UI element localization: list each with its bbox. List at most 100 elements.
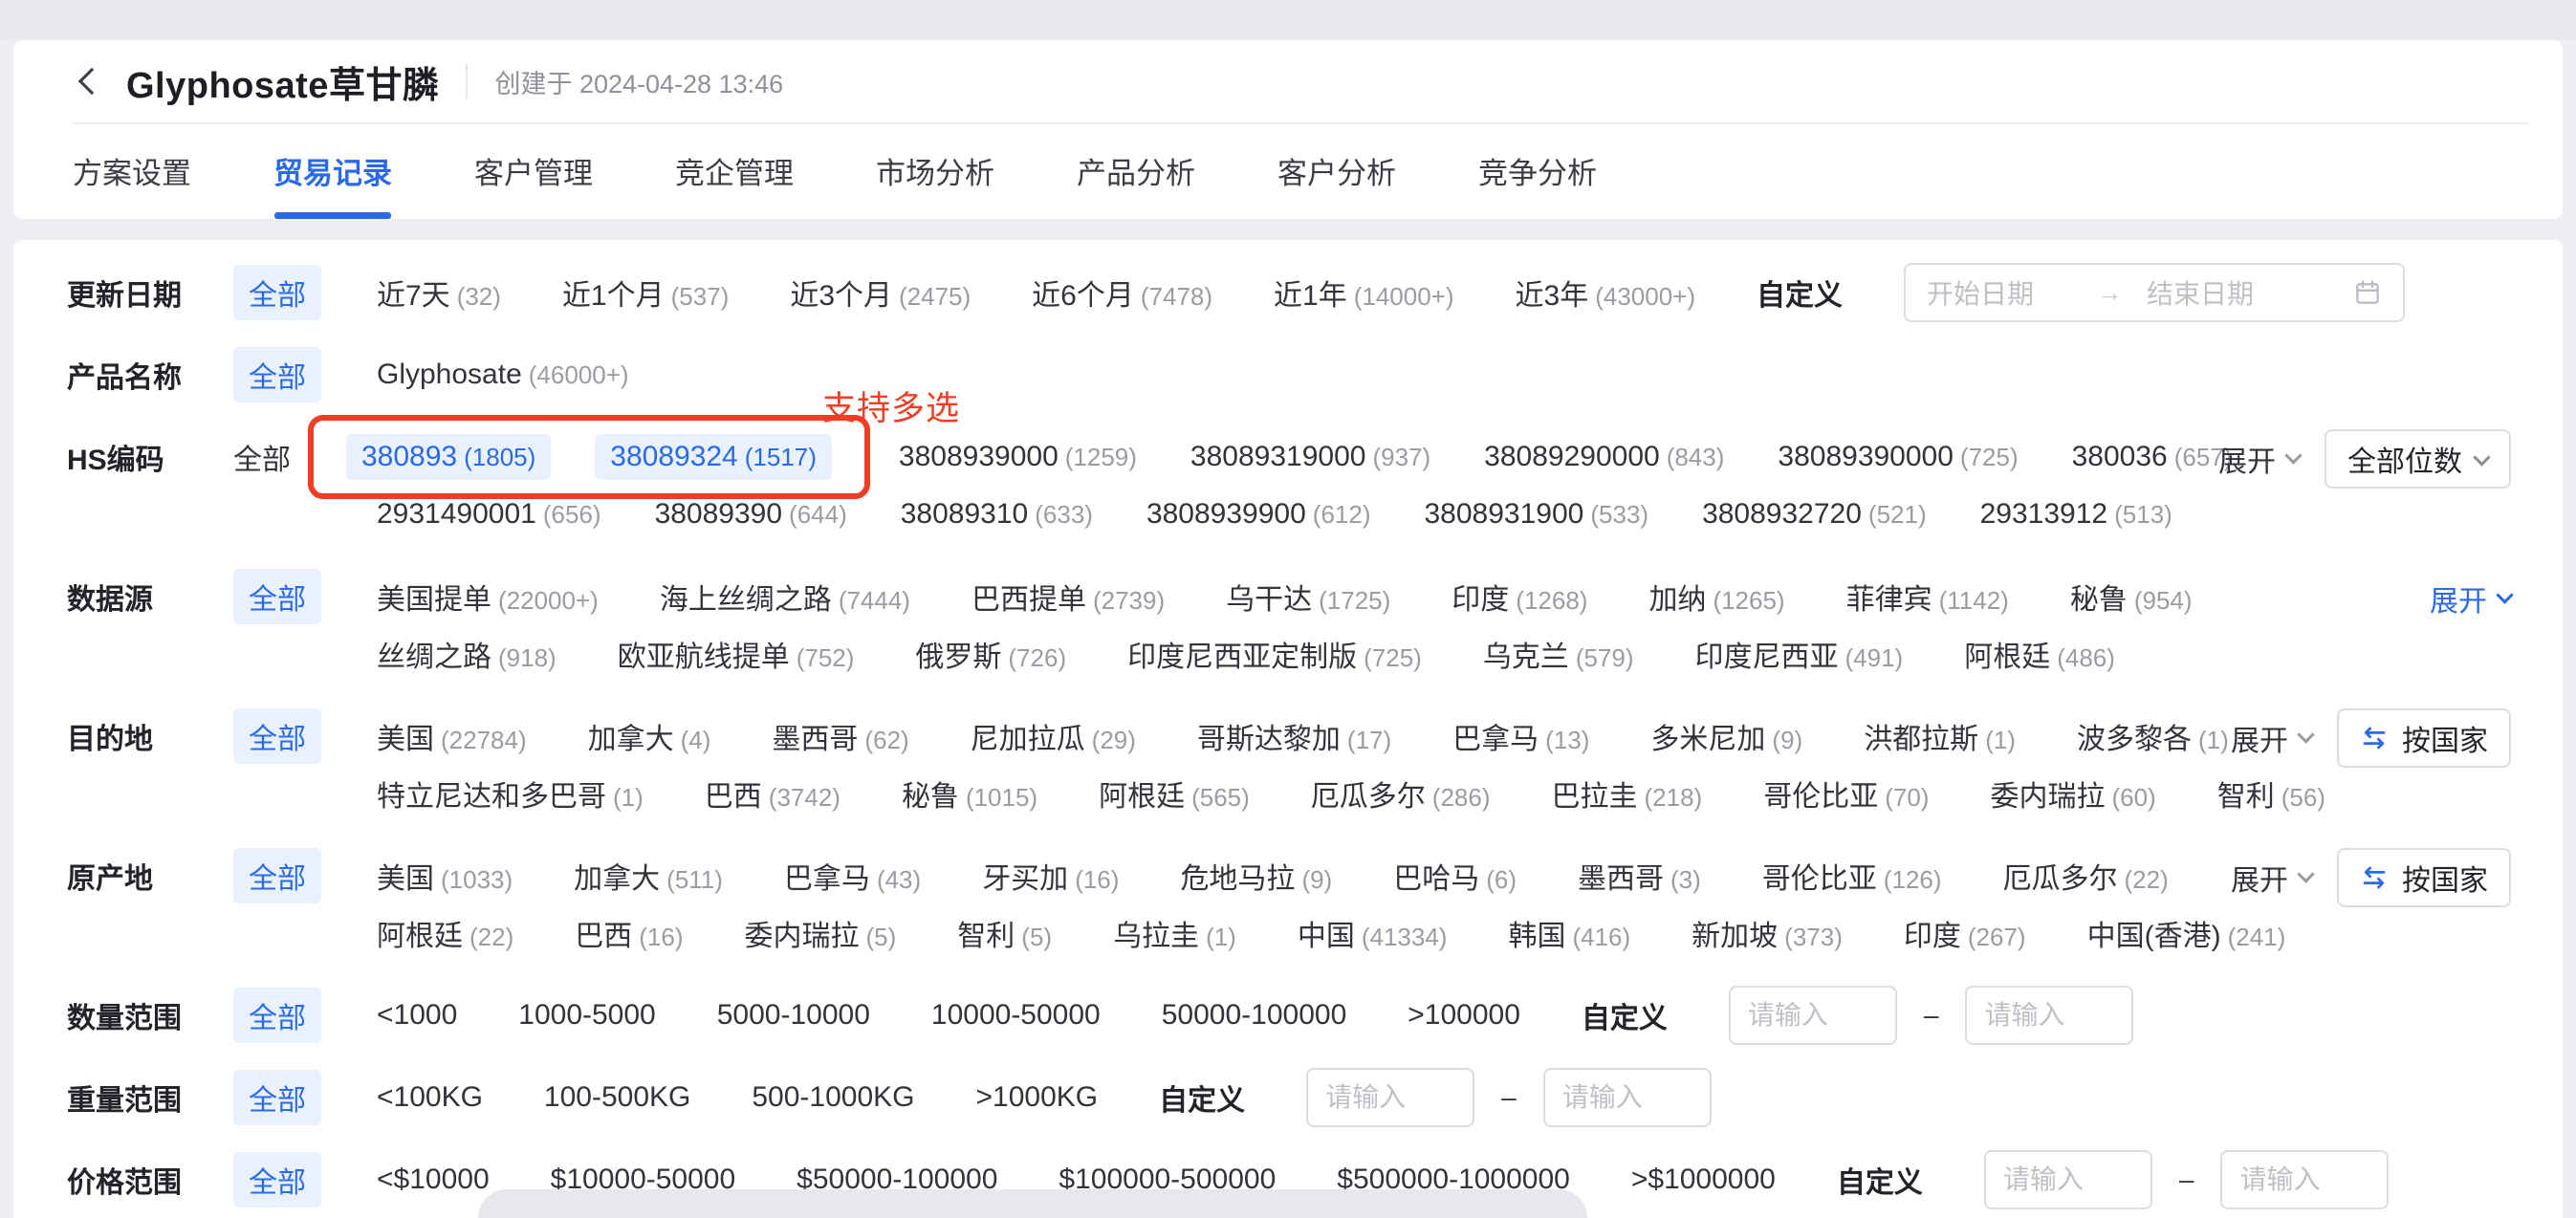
filter-option[interactable]: 近6个月(7478) [1032, 272, 1212, 314]
filter-option[interactable]: 哥伦比亚(126) [1762, 855, 1942, 897]
filter-option[interactable]: 秘鲁(1015) [902, 772, 1037, 815]
filter-option[interactable]: 中国(41334) [1298, 912, 1448, 954]
filter-option[interactable]: 委内瑞拉(5) [745, 912, 897, 954]
filter-option[interactable]: 500-1000KG [752, 1081, 914, 1114]
filter-option[interactable]: >$1000000 [1631, 1164, 1776, 1196]
filter-option[interactable]: 委内瑞拉(60) [1990, 772, 2155, 815]
filter-option[interactable]: 墨西哥(3) [1578, 855, 1701, 897]
filter-option[interactable]: 38089319000(937) [1190, 441, 1430, 473]
filter-option[interactable]: 丝绸之路(918) [377, 633, 557, 675]
filter-option[interactable]: 俄罗斯(726) [915, 633, 1066, 675]
filter-option[interactable]: 100-500KG [544, 1081, 690, 1114]
filter-option[interactable]: 秘鲁(954) [2070, 576, 2193, 618]
filter-option[interactable]: 美国(22784) [377, 715, 527, 757]
filter-option[interactable]: 印度(267) [1904, 912, 2026, 954]
filter-option[interactable]: >1000KG [976, 1081, 1099, 1114]
filter-option[interactable]: 巴西(3742) [705, 772, 840, 815]
group-by-country-button[interactable]: 按国家 [2337, 848, 2511, 907]
filter-option[interactable]: 哥伦比亚(70) [1763, 772, 1929, 815]
filter-option[interactable]: 近7天(32) [377, 272, 501, 314]
group-by-country-button[interactable]: 按国家 [2337, 708, 2511, 768]
filter-option[interactable]: 墨西哥(62) [772, 715, 908, 757]
filter-option[interactable]: 欧亚航线提单(752) [618, 633, 855, 675]
all-option-selected[interactable]: 全部 [233, 988, 321, 1043]
filter-option[interactable]: 近3个月(2475) [790, 272, 971, 314]
tab-1[interactable]: 方案设置 [73, 128, 191, 219]
filter-option[interactable]: 乌克兰(579) [1483, 633, 1634, 675]
filter-option[interactable]: 海上丝绸之路(7444) [660, 576, 910, 618]
expand-toggle[interactable]: 展开 [2231, 717, 2312, 759]
all-option-selected[interactable]: 全部 [233, 1070, 321, 1125]
filter-option[interactable]: 印度(1268) [1452, 576, 1587, 618]
filter-option[interactable]: 29313912(513) [1980, 498, 2172, 531]
expand-toggle[interactable]: 展开 [2218, 438, 2300, 480]
hs-digits-select[interactable]: 全部位数 [2325, 429, 2511, 489]
filter-option[interactable]: 3808939000(1259) [899, 441, 1137, 473]
filter-option[interactable]: 巴拿马(43) [784, 855, 921, 897]
filter-option[interactable]: 近1个月(537) [562, 272, 729, 314]
tab-2[interactable]: 贸易记录 [273, 128, 392, 219]
filter-option[interactable]: 多米尼加(9) [1650, 715, 1802, 757]
filter-option[interactable]: 印度尼西亚(491) [1695, 633, 1904, 675]
filter-option[interactable]: 菲律宾(1142) [1846, 576, 2009, 618]
filter-option[interactable]: 巴拉圭(218) [1552, 772, 1703, 815]
filter-option[interactable]: 5000-10000 [717, 999, 870, 1032]
filter-option[interactable]: 巴拿马(13) [1452, 715, 1589, 757]
all-option-selected[interactable]: 全部 [233, 708, 321, 764]
filter-option[interactable]: 阿根廷(565) [1099, 772, 1250, 815]
filter-option[interactable]: Glyphosate(46000+) [377, 359, 629, 391]
filter-option[interactable]: <1000 [377, 999, 457, 1032]
filter-option[interactable]: 印度尼西亚定制版(725) [1127, 633, 1422, 675]
all-option-selected[interactable]: 全部 [233, 347, 321, 402]
filter-option[interactable]: 38089390000(725) [1778, 441, 2018, 473]
filter-option[interactable]: 10000-50000 [931, 999, 1101, 1032]
filter-option[interactable]: 智利(5) [957, 912, 1052, 954]
filter-option[interactable]: 牙买加(16) [982, 855, 1119, 897]
filter-option[interactable]: 巴哈马(6) [1393, 855, 1517, 897]
range-max-input[interactable] [1543, 1068, 1712, 1127]
filter-option[interactable]: 乌拉圭(1) [1113, 912, 1236, 954]
range-max-input[interactable] [2220, 1150, 2389, 1209]
filter-option[interactable]: 中国(香港)(241) [2087, 912, 2286, 954]
filter-option-selected[interactable]: 380893(1805) [346, 434, 551, 480]
filter-option[interactable]: 巴西(16) [575, 912, 683, 954]
all-option-selected[interactable]: 全部 [233, 265, 321, 320]
range-min-input[interactable] [1306, 1068, 1474, 1127]
custom-range-label[interactable]: 自定义 [1837, 1159, 1923, 1201]
filter-option[interactable]: 3808931900(533) [1425, 498, 1649, 531]
tab-5[interactable]: 市场分析 [876, 128, 994, 219]
custom-range-label[interactable]: 自定义 [1159, 1077, 1245, 1119]
all-option-selected[interactable]: 全部 [233, 569, 321, 624]
filter-option[interactable]: 38089290000(843) [1484, 441, 1724, 473]
filter-option[interactable]: >100000 [1408, 999, 1520, 1032]
filter-option-selected[interactable]: 38089324(1517) [595, 434, 832, 480]
filter-option[interactable]: 阿根廷(486) [1964, 633, 2115, 675]
filter-option[interactable]: 2931490001(656) [377, 498, 601, 531]
custom-range-label[interactable]: 自定义 [1582, 994, 1668, 1036]
filter-option[interactable]: 尼加拉瓜(29) [971, 715, 1136, 757]
filter-option[interactable]: 巴西提单(2739) [971, 576, 1165, 618]
filter-option[interactable]: 智利(56) [2217, 772, 2325, 815]
filter-option[interactable]: <$10000 [377, 1164, 490, 1196]
filter-option[interactable]: 乌干达(1725) [1226, 576, 1390, 618]
filter-option[interactable]: 韩国(416) [1508, 912, 1630, 954]
filter-option[interactable]: 38089390(644) [655, 498, 847, 531]
back-icon[interactable] [78, 68, 105, 95]
filter-option[interactable]: 洪都拉斯(1) [1864, 715, 2016, 757]
filter-option[interactable]: 危地马拉(9) [1180, 855, 1332, 897]
filter-option[interactable]: 加拿大(511) [574, 855, 723, 897]
custom-range-label[interactable]: 自定义 [1757, 272, 1843, 314]
range-min-input[interactable] [1984, 1150, 2152, 1209]
all-option-selected[interactable]: 全部 [233, 1152, 321, 1207]
filter-option[interactable]: 38089310(633) [901, 498, 1093, 531]
filter-option[interactable]: 50000-100000 [1162, 999, 1347, 1032]
filter-option[interactable]: 厄瓜多尔(286) [1311, 772, 1491, 815]
tab-8[interactable]: 竞争分析 [1478, 128, 1597, 219]
filter-option[interactable]: 3808939900(612) [1146, 498, 1371, 531]
filter-option[interactable]: 加拿大(4) [588, 715, 711, 757]
filter-option[interactable]: 加纳(1265) [1648, 576, 1784, 618]
filter-option[interactable]: <100KG [377, 1081, 483, 1114]
tab-6[interactable]: 产品分析 [1077, 128, 1195, 219]
filter-option[interactable]: 新加坡(373) [1692, 912, 1843, 954]
filter-option[interactable]: 美国提单(22000+) [377, 576, 599, 618]
